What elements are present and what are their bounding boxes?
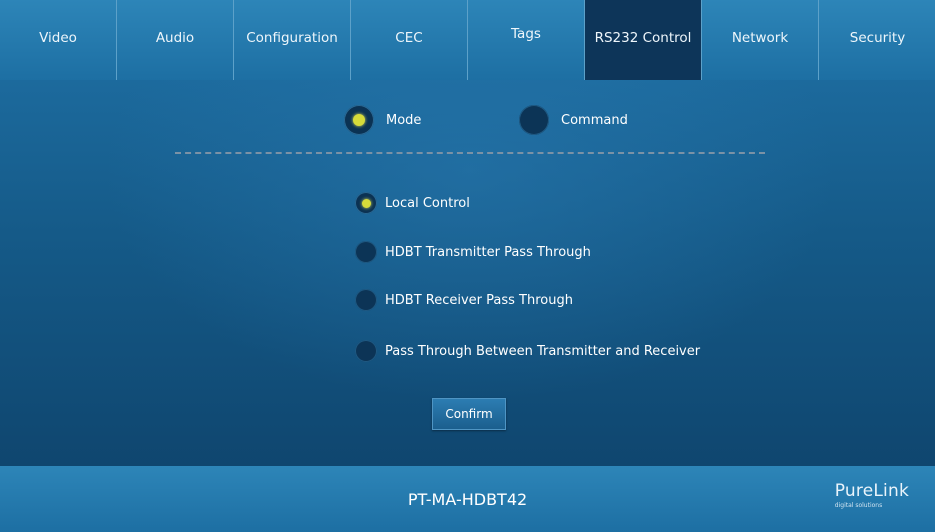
hdbt-transmitter-pass-through-label: HDBT Transmitter Pass Through: [385, 244, 591, 260]
tab-label: Security: [849, 30, 906, 46]
local-control-label: Local Control: [385, 195, 470, 211]
tab-cec[interactable]: CEC: [351, 0, 468, 80]
tab-label: CEC: [395, 30, 423, 46]
radio-selected-icon: [344, 105, 374, 135]
purelink-logo: PureLink digital solutions: [835, 481, 909, 509]
tab-label: Tags: [511, 26, 541, 42]
rs232-control-panel: Mode Command Local Control HDBT Transmit…: [0, 80, 935, 466]
tab-security[interactable]: Security: [819, 0, 935, 80]
tab-label: Configuration: [246, 30, 338, 46]
top-nav: Video Audio Configuration CEC Tags RS232…: [0, 0, 935, 80]
device-name: PT-MA-HDBT42: [407, 490, 528, 509]
tab-configuration[interactable]: Configuration: [234, 0, 351, 80]
hdbt-receiver-pass-through-label: HDBT Receiver Pass Through: [385, 292, 573, 308]
pass-through-between-radio[interactable]: Pass Through Between Transmitter and Rec…: [355, 340, 700, 362]
dashed-separator: [175, 152, 765, 154]
tab-label: RS232 Control: [594, 30, 692, 46]
hdbt-receiver-pass-through-radio[interactable]: HDBT Receiver Pass Through: [355, 289, 573, 311]
tab-audio[interactable]: Audio: [117, 0, 234, 80]
tab-label: Video: [39, 30, 77, 46]
logo-brand: PureLink: [834, 481, 909, 501]
radio-selected-icon: [355, 192, 377, 214]
hdbt-transmitter-pass-through-radio[interactable]: HDBT Transmitter Pass Through: [355, 241, 591, 263]
command-radio-label: Command: [561, 112, 628, 128]
app-window: Video Audio Configuration CEC Tags RS232…: [0, 0, 935, 532]
footer-bar: PT-MA-HDBT42 PureLink digital solutions: [0, 466, 935, 532]
logo-tagline: digital solutions: [834, 502, 883, 509]
mode-radio[interactable]: Mode: [344, 105, 421, 135]
radio-unselected-icon: [355, 340, 377, 362]
pass-through-between-label: Pass Through Between Transmitter and Rec…: [385, 343, 701, 359]
tab-video[interactable]: Video: [0, 0, 117, 80]
radio-unselected-icon: [355, 289, 377, 311]
tab-rs232-control[interactable]: RS232 Control: [585, 0, 702, 80]
tab-label: Audio: [155, 30, 195, 46]
mode-radio-label: Mode: [386, 112, 422, 128]
command-radio[interactable]: Command: [519, 105, 628, 135]
confirm-button[interactable]: Confirm: [432, 398, 506, 430]
tab-tags[interactable]: Tags: [468, 0, 585, 80]
local-control-radio[interactable]: Local Control: [355, 192, 470, 214]
tab-network[interactable]: Network: [702, 0, 819, 80]
tab-label: Network: [731, 30, 789, 46]
radio-unselected-icon: [355, 241, 377, 263]
radio-unselected-icon: [519, 105, 549, 135]
